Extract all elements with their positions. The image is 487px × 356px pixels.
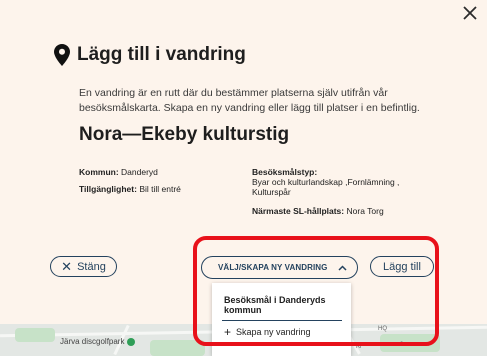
accessibility-value: Bil till entré [139, 184, 181, 194]
add-button-label: Lägg till [383, 260, 421, 273]
map-fragment-label: HQ [378, 326, 387, 332]
add-to-walk-dialog: Lägg till i vandring En vandring är en r… [0, 0, 487, 356]
create-new-walk-label: Skapa ny vandring [236, 327, 311, 337]
municipality-row: Kommun: Danderyd [79, 167, 158, 177]
map-fragment-label: 3 [400, 342, 404, 348]
map-fragment-label: Ki [356, 344, 362, 350]
select-walk-dropdown[interactable]: VÄLJ/SKAPA NY VANDRING [201, 256, 358, 279]
location-pin-icon [54, 44, 70, 66]
dialog-header: Lägg till i vandring [54, 44, 246, 66]
place-name: Nora—Ekeby kulturstig [79, 124, 290, 145]
type-value-line1: Byar och kulturlandskap ,Fornlämning , [252, 177, 400, 187]
type-label: Besöksmålstyp: [252, 167, 318, 177]
plus-icon: + [224, 325, 232, 339]
select-walk-label: VÄLJ/SKAPA NY VANDRING [218, 263, 328, 272]
accessibility-row: Tillgänglighet: Bil till entré [79, 184, 181, 194]
chevron-up-icon [338, 264, 347, 271]
accessibility-label: Tillgänglighet: [79, 184, 137, 194]
close-icon[interactable] [460, 3, 480, 23]
close-button-label: Stäng [77, 260, 106, 273]
intro-text: En vandring är en rutt där du bestämmer … [79, 87, 420, 114]
dropdown-divider [222, 320, 342, 321]
create-new-walk-item[interactable]: + Skapa ny vandring [224, 326, 311, 338]
map-marker-icon [127, 337, 136, 346]
type-row: Besöksmålstyp: Byar och kulturlandskap ,… [252, 167, 452, 197]
close-button[interactable]: ✕ Stäng [50, 256, 117, 277]
add-button[interactable]: Lägg till [370, 256, 434, 277]
stop-row: Närmaste SL-hållplats: Nora Torg [252, 206, 384, 216]
map-place-label[interactable]: Järva discgolfpark [60, 337, 136, 346]
dialog-title: Lägg till i vandring [77, 44, 246, 65]
municipality-label: Kommun: [79, 167, 119, 177]
stop-value: Nora Torg [346, 206, 384, 216]
close-small-icon: ✕ [61, 259, 73, 274]
type-value-line2: Kulturspår [252, 187, 291, 197]
walk-dropdown-menu: Besöksmål i Danderyds kommun + Skapa ny … [212, 283, 351, 356]
municipality-value: Danderyd [121, 167, 158, 177]
dropdown-item-walk[interactable]: Besöksmål i Danderyds kommun [224, 295, 344, 315]
stop-label: Närmaste SL-hållplats: [252, 206, 345, 216]
